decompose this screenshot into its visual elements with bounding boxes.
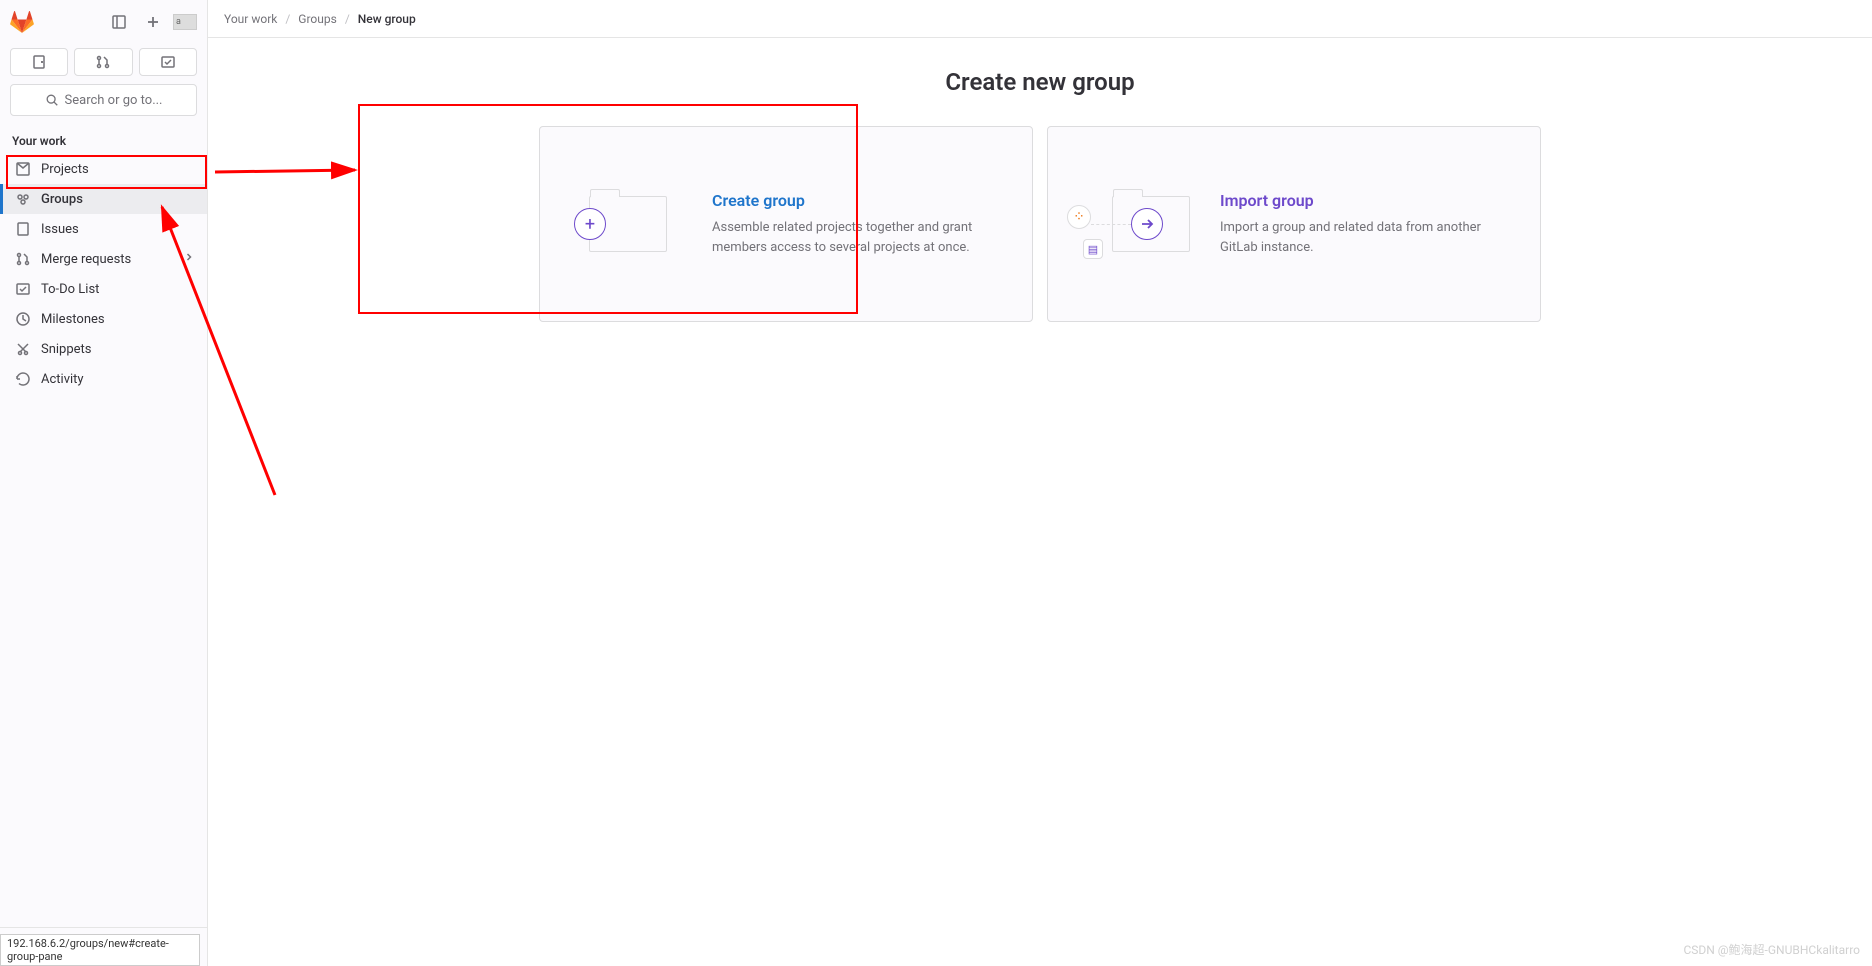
- breadcrumb-separator: /: [285, 12, 290, 26]
- sidebar-item-label: Merge requests: [41, 252, 131, 267]
- avatar[interactable]: a: [173, 14, 197, 30]
- database-icon: ▤: [1083, 239, 1103, 259]
- sidebar-item-label: Groups: [41, 192, 83, 207]
- panel-toggle-icon[interactable]: [105, 8, 133, 36]
- merge-request-button[interactable]: [74, 48, 132, 76]
- breadcrumb-link[interactable]: Groups: [298, 12, 337, 26]
- chevron-right-icon: [183, 251, 195, 267]
- create-group-card[interactable]: + Create group Assemble related projects…: [539, 126, 1033, 322]
- snippets-icon: [15, 341, 31, 357]
- nodes-icon: ⁘: [1067, 205, 1091, 229]
- group-icon: [15, 191, 31, 207]
- main: Your work / Groups / New group Create ne…: [208, 0, 1872, 966]
- sidebar-item-todo[interactable]: To-Do List: [0, 274, 207, 304]
- merge-icon: [15, 251, 31, 267]
- card-text: Import group Import a group and related …: [1220, 191, 1512, 257]
- plus-circle-icon: +: [574, 208, 606, 240]
- todo-button[interactable]: [139, 48, 197, 76]
- sidebar-item-activity[interactable]: Activity: [0, 364, 207, 394]
- issues-icon: [15, 221, 31, 237]
- status-url: 192.168.6.2/groups/new#create-group-pane: [0, 934, 200, 966]
- sidebar-header: a: [0, 0, 207, 44]
- content: Create new group + Create group Assemble…: [208, 38, 1872, 352]
- sidebar-item-label: Issues: [41, 222, 79, 237]
- watermark: CSDN @鲍海超-GNUBHCkalitarro: [1683, 941, 1860, 958]
- todo-icon: [15, 281, 31, 297]
- card-title: Create group: [712, 191, 1004, 210]
- sidebar-item-label: Milestones: [41, 312, 105, 327]
- avatar-text: a: [176, 17, 181, 27]
- sidebar: a Search or go to... Your work Projects …: [0, 0, 208, 966]
- sidebar-item-snippets[interactable]: Snippets: [0, 334, 207, 364]
- search-input[interactable]: Search or go to...: [10, 84, 197, 116]
- import-group-illustration: ⁘ ▤: [1076, 184, 1196, 264]
- sidebar-item-projects[interactable]: Projects: [0, 154, 207, 184]
- card-description: Assemble related projects together and g…: [712, 218, 1004, 257]
- card-title: Import group: [1220, 191, 1512, 210]
- milestone-icon: [15, 311, 31, 327]
- gitlab-logo-icon[interactable]: [10, 10, 34, 34]
- import-group-card[interactable]: ⁘ ▤ Import group Import a group and rela…: [1047, 126, 1541, 322]
- search-placeholder: Search or go to...: [65, 93, 163, 108]
- nav-section-title: Your work: [0, 126, 207, 154]
- create-issue-button[interactable]: [10, 48, 68, 76]
- arrow-circle-icon: [1131, 208, 1163, 240]
- sidebar-item-milestones[interactable]: Milestones: [0, 304, 207, 334]
- sidebar-item-merge-requests[interactable]: Merge requests: [0, 244, 207, 274]
- page-title: Create new group: [224, 68, 1856, 96]
- breadcrumb-link[interactable]: Your work: [224, 12, 277, 26]
- card-row: + Create group Assemble related projects…: [224, 126, 1856, 322]
- sidebar-item-issues[interactable]: Issues: [0, 214, 207, 244]
- toolbar-row: [0, 44, 207, 84]
- breadcrumb-current: New group: [358, 12, 416, 26]
- project-icon: [15, 161, 31, 177]
- sidebar-item-groups[interactable]: Groups: [0, 184, 207, 214]
- sidebar-item-label: To-Do List: [41, 282, 99, 297]
- create-group-illustration: +: [568, 184, 688, 264]
- sidebar-item-label: Activity: [41, 372, 84, 387]
- breadcrumb-separator: /: [345, 12, 350, 26]
- card-text: Create group Assemble related projects t…: [712, 191, 1004, 257]
- card-description: Import a group and related data from ano…: [1220, 218, 1512, 257]
- header-icons: a: [105, 8, 197, 36]
- sidebar-item-label: Projects: [41, 162, 89, 177]
- sidebar-item-label: Snippets: [41, 342, 92, 357]
- activity-icon: [15, 371, 31, 387]
- plus-icon[interactable]: [139, 8, 167, 36]
- search-icon: [45, 93, 59, 107]
- breadcrumb: Your work / Groups / New group: [208, 0, 1872, 38]
